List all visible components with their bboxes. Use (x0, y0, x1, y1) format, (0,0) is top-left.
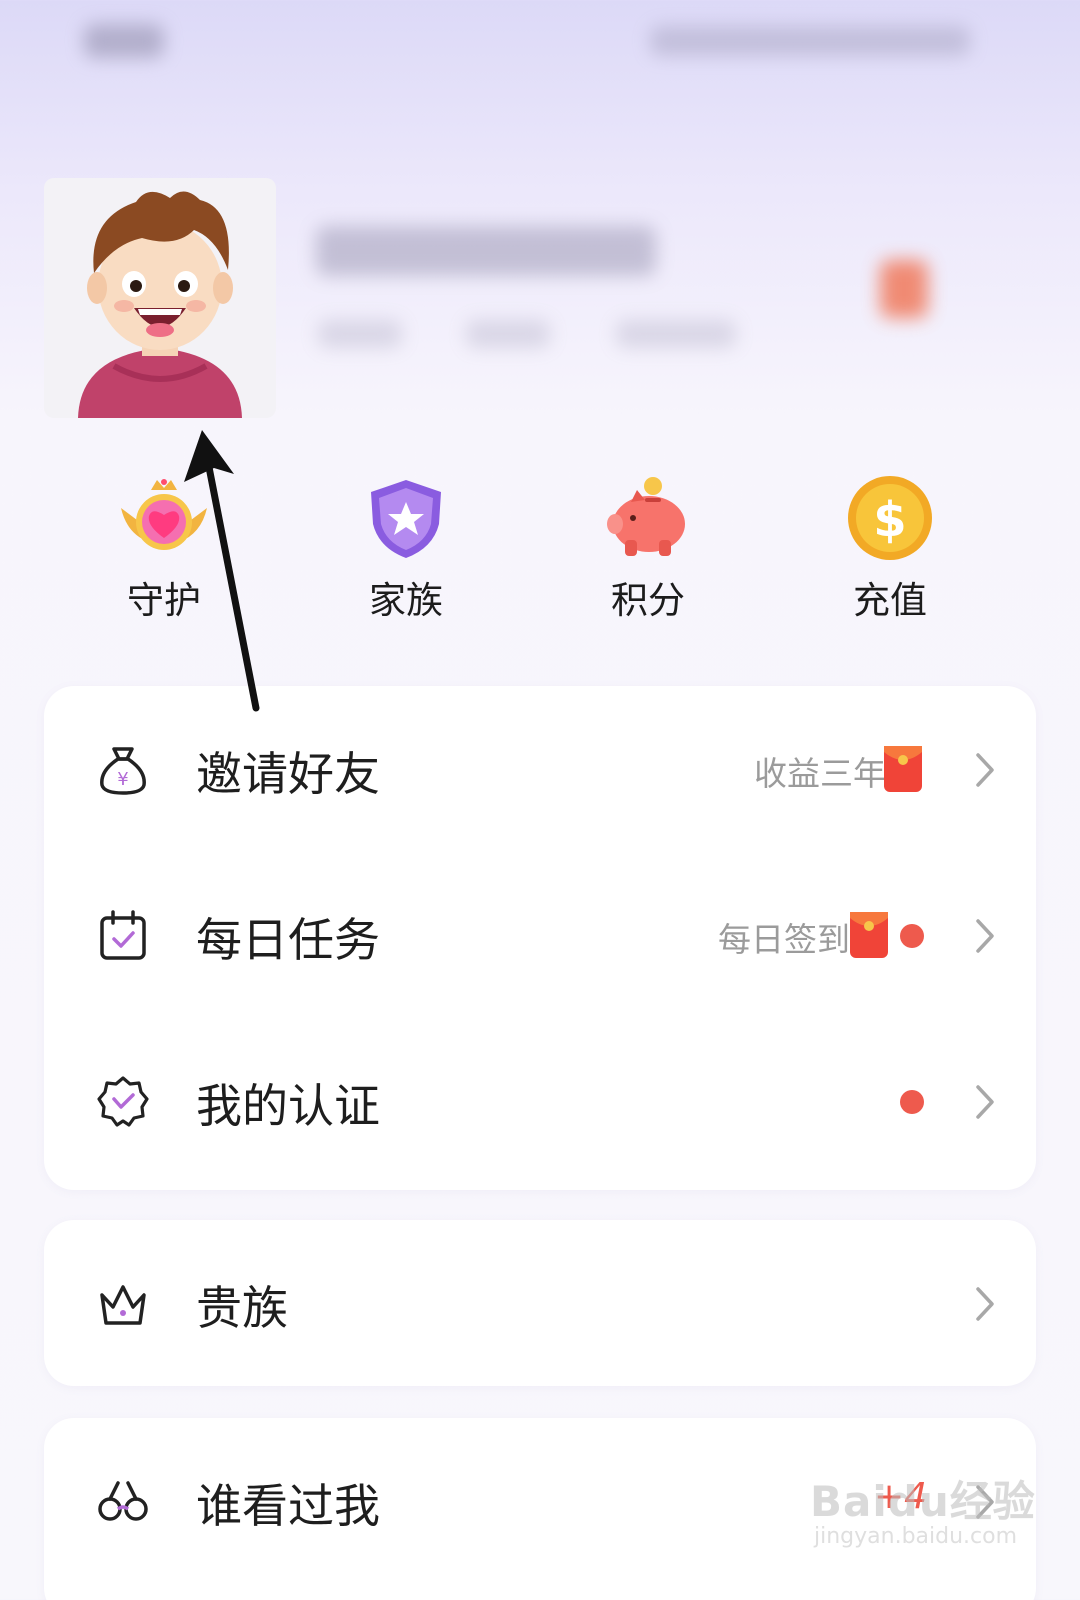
glasses-icon (98, 1481, 148, 1521)
guard-heart-icon (121, 479, 207, 550)
money-bag-icon: ¥ (100, 747, 146, 795)
quick-action-label: 充值 (853, 579, 927, 622)
status-time-blurred (84, 24, 164, 58)
menu-row-tag: 收益三年 (754, 754, 886, 793)
username-blurred (316, 226, 656, 276)
quick-action-points[interactable]: 积分 (568, 462, 728, 632)
verified-badge-icon (97, 1076, 149, 1127)
menu-row-label: 谁看过我 (196, 1479, 380, 1533)
crown-icon (100, 1285, 146, 1325)
menu-row-daily-tasks[interactable]: 每日任务 每日签到 (44, 852, 1036, 1020)
notification-dot (900, 1090, 924, 1114)
status-icons-blurred (650, 26, 970, 56)
menu-row-label: 邀请好友 (196, 747, 380, 801)
watermark-sub: jingyan.baidu.com (814, 1524, 1018, 1549)
quick-action-guard[interactable]: 守护 (84, 462, 244, 632)
quick-action-family[interactable]: 家族 (326, 462, 486, 632)
avatar-cartoon-boy (78, 191, 242, 418)
svg-text:¥: ¥ (117, 769, 128, 790)
red-packet-icon (884, 746, 922, 792)
red-packet-icon (850, 912, 888, 958)
chevron-right-icon (976, 1085, 994, 1119)
quick-actions: 守护 家族 积分 $ 充值 (0, 462, 1080, 632)
quick-action-label: 积分 (611, 579, 685, 622)
avatar[interactable] (44, 178, 276, 418)
recharge-coin-icon: $ (848, 476, 932, 560)
menu-row-tag: 每日签到 (718, 920, 850, 959)
points-piggy-icon (607, 477, 685, 556)
status-bar (0, 0, 1080, 90)
watermark-main: Baidu经验 (810, 1477, 1036, 1526)
stat-blurred-1 (318, 320, 402, 348)
profile-header (0, 160, 1080, 430)
level-badge-blurred[interactable] (880, 260, 928, 318)
chevron-right-icon (976, 753, 994, 787)
menu-row-label: 每日任务 (196, 913, 380, 967)
menu-row-my-verification[interactable]: 我的认证 (44, 1018, 1036, 1186)
svg-text:$: $ (873, 492, 906, 548)
menu-row-label: 我的认证 (196, 1079, 380, 1133)
chevron-right-icon (976, 919, 994, 953)
quick-action-recharge[interactable]: $ 充值 (810, 462, 970, 632)
menu-row-label: 贵族 (196, 1281, 288, 1335)
menu-row-invite-friends[interactable]: ¥ 邀请好友 收益三年 (44, 686, 1036, 854)
chevron-right-icon (976, 1287, 994, 1321)
quick-action-label: 守护 (127, 579, 201, 622)
stat-blurred-3 (616, 320, 736, 348)
family-shield-icon (371, 480, 441, 558)
menu-card-main: ¥ 邀请好友 收益三年 每日任务 每日签到 我的认证 (44, 686, 1036, 1190)
notification-dot (900, 924, 924, 948)
calendar-check-icon (100, 910, 146, 960)
watermark: Baidu经验 jingyan.baidu.com (810, 1450, 1070, 1590)
menu-card-nobility: 贵族 (44, 1220, 1036, 1386)
quick-action-label: 家族 (369, 579, 443, 622)
menu-row-nobility[interactable]: 贵族 (44, 1220, 1036, 1388)
stat-blurred-2 (466, 320, 550, 348)
